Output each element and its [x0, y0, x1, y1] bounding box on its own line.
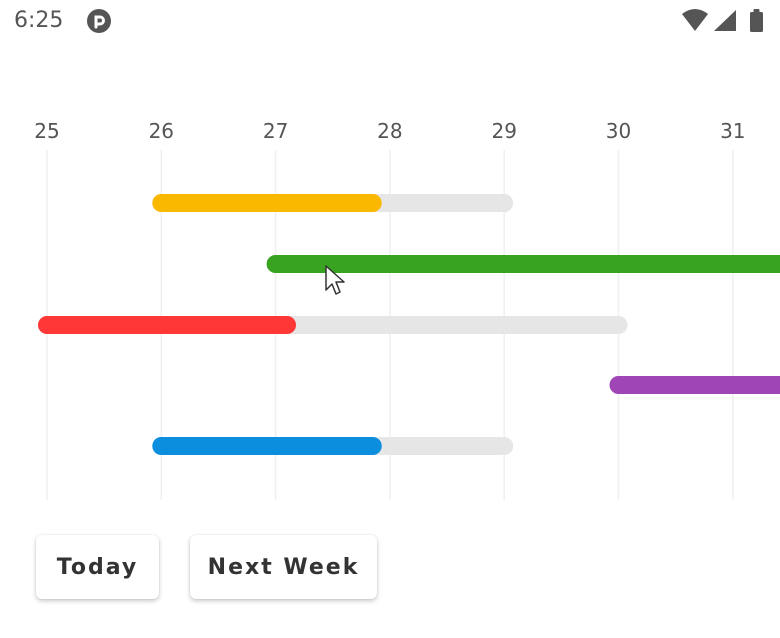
day-label: 29	[491, 119, 516, 143]
day-label: 28	[377, 119, 402, 143]
pebble-app-icon	[86, 8, 112, 39]
status-icons	[680, 8, 770, 34]
timeline-chart: 25 26 27 28 29 30 31	[0, 100, 780, 510]
day-label: 25	[34, 119, 59, 143]
wifi-icon	[682, 9, 708, 31]
today-button[interactable]: Today	[36, 535, 159, 599]
status-bar: 6:25	[0, 0, 780, 44]
battery-icon	[750, 9, 763, 32]
button-row: Today Next Week	[0, 535, 780, 605]
day-label: 30	[606, 119, 631, 143]
day-label: 26	[149, 119, 174, 143]
task-bar-progress[interactable]	[609, 376, 780, 394]
cell-signal-icon	[714, 10, 736, 31]
next-week-button[interactable]: Next Week	[190, 535, 377, 599]
task-bar-progress[interactable]	[38, 316, 297, 334]
task-bar-progress[interactable]	[152, 194, 382, 212]
status-time: 6:25	[14, 8, 64, 33]
mouse-pointer-icon	[324, 264, 348, 305]
task-bar-progress[interactable]	[152, 437, 382, 455]
day-label: 27	[263, 119, 288, 143]
day-label: 31	[720, 119, 745, 143]
